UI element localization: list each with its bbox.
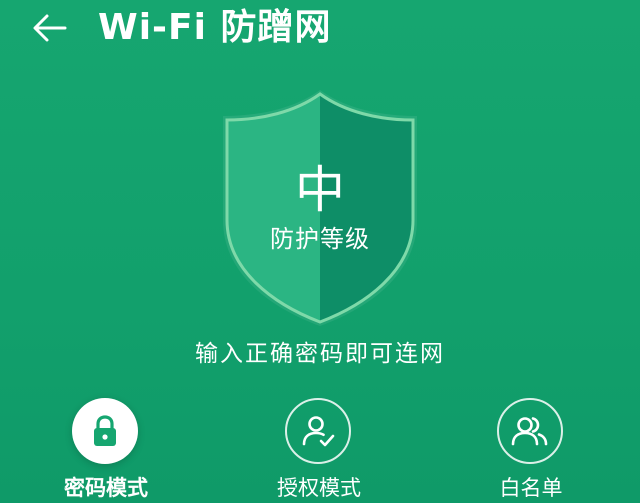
back-button[interactable]	[22, 8, 78, 48]
lock-icon	[94, 415, 116, 446]
authorization-mode-button[interactable]: 授权模式	[229, 398, 409, 503]
users-icon	[511, 417, 548, 446]
authorization-mode-icon-circle[interactable]	[285, 398, 351, 464]
whitelist-mode-icon-circle[interactable]	[497, 398, 563, 464]
password-mode-button[interactable]: 密码模式	[16, 398, 196, 503]
whitelist-mode-label: 白名单	[499, 476, 563, 500]
password-mode-label: 密码模式	[64, 476, 148, 500]
whitelist-mode-button[interactable]: 白名单	[441, 398, 621, 503]
authorization-mode-label: 授权模式	[277, 476, 361, 500]
password-mode-icon-circle[interactable]	[72, 398, 138, 464]
protection-level-label: 防护等级	[270, 225, 370, 253]
page-title: Wi-Fi 防蹭网	[98, 7, 332, 48]
protection-shield: 中 防护等级	[215, 70, 425, 330]
arrow-left-icon	[33, 14, 67, 42]
user-check-icon	[302, 416, 335, 447]
status-message: 输入正确密码即可连网	[195, 341, 445, 367]
protection-level-value: 中	[295, 161, 345, 219]
wifi-protection-screen: Wi-Fi 防蹭网 中 防护等级 输入正确密码即可连网 密码模式 授权模式 白名…	[0, 0, 640, 503]
